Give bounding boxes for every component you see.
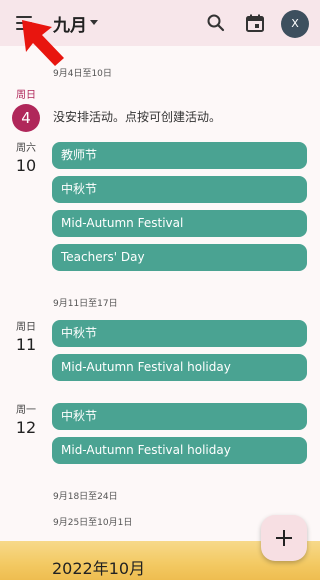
create-event-button[interactable]: [261, 515, 307, 561]
week-range-label: 9月11日至17日: [53, 299, 118, 309]
week-range-label: 9月4日至10日: [53, 69, 112, 79]
event-chip[interactable]: Mid-Autumn Festival holiday: [52, 354, 307, 381]
search-icon[interactable]: [206, 13, 226, 33]
month-banner-title: 2022年10月: [52, 559, 146, 578]
date-number: 10: [15, 156, 37, 175]
weekday-label: 周日: [16, 322, 36, 333]
day-header[interactable]: 周六 10: [6, 139, 46, 175]
add-icon: [276, 530, 292, 546]
event-chip[interactable]: Mid-Autumn Festival holiday: [52, 437, 307, 464]
event-chip[interactable]: 教师节: [52, 142, 307, 169]
weekday-label: 周一: [16, 405, 36, 416]
day-header[interactable]: 周一 12: [6, 401, 46, 437]
weekday-label: 周日: [16, 90, 36, 101]
account-avatar[interactable]: X: [281, 10, 309, 38]
weekday-label: 周六: [16, 143, 36, 154]
week-range-label: 9月18日至24日: [53, 492, 118, 502]
event-chip[interactable]: 中秋节: [52, 176, 307, 203]
event-chip[interactable]: 中秋节: [52, 320, 307, 347]
date-number: 11: [15, 335, 37, 354]
day-header-today[interactable]: 周日 4: [6, 86, 46, 132]
day-header[interactable]: 周日 11: [6, 318, 46, 354]
red-arrow-annotation: [22, 20, 64, 66]
date-number: 12: [15, 418, 37, 437]
empty-day-message[interactable]: 没安排活动。点按可创建活动。: [53, 108, 221, 125]
event-chip[interactable]: 中秋节: [52, 403, 307, 430]
calendar-today-icon[interactable]: [245, 13, 265, 33]
week-range-label: 9月25日至10月1日: [53, 518, 133, 528]
event-chip[interactable]: Mid-Autumn Festival: [52, 210, 307, 237]
chevron-down-icon[interactable]: [90, 20, 98, 25]
event-chip[interactable]: Teachers' Day: [52, 244, 307, 271]
today-date-badge: 4: [12, 104, 40, 132]
